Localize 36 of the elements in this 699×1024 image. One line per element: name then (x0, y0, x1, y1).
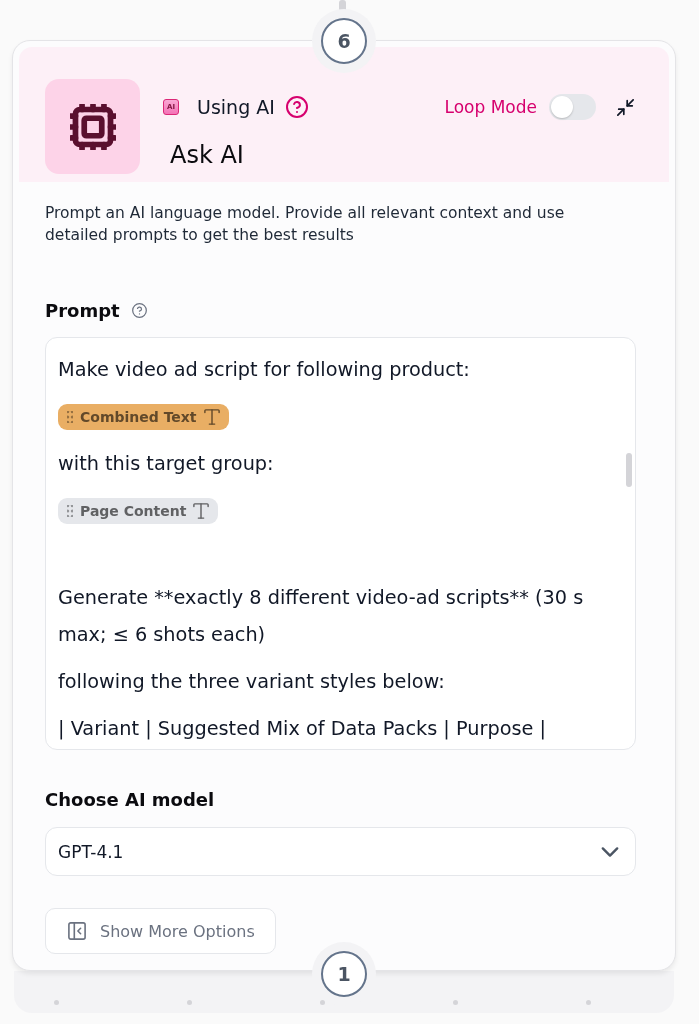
loop-mode-toggle[interactable] (549, 94, 596, 120)
show-more-options-button[interactable]: Show More Options (45, 908, 276, 954)
node-title: Ask AI (170, 141, 245, 169)
prompt-label: Prompt (45, 299, 120, 321)
minimize-icon (617, 98, 634, 116)
handle-dot-icon (54, 1000, 59, 1005)
handle-dot-icon (320, 1000, 325, 1005)
prompt-text: Generate **exactly 8 different video-ad scripts** (30 s max; ≤ 6 shots each) (58, 585, 585, 648)
loop-mode-label: Loop Mode (444, 97, 537, 117)
chevron-down-icon (601, 845, 619, 858)
prompt-text: Make video ad script for following product: (58, 357, 471, 383)
help-icon[interactable] (285, 96, 308, 118)
handle-dot-icon (586, 1000, 591, 1005)
chip-tile-icon (45, 79, 140, 174)
prompt-editor[interactable] (45, 337, 636, 750)
prompt-text: | Variant | Suggested Mix of Data Packs | Purpose | (58, 716, 547, 742)
category-label: Using AI (197, 96, 275, 118)
collapse-button[interactable] (617, 98, 634, 116)
help-icon[interactable] (131, 302, 147, 318)
scrollbar-thumb[interactable] (626, 453, 632, 487)
prompt-text: with this target group: (58, 451, 275, 477)
text-type-icon (203, 408, 220, 425)
model-select[interactable]: GPT-4.1 (45, 827, 636, 876)
panel-left-icon (68, 922, 86, 940)
text-type-icon (193, 502, 210, 519)
step-number: 1 (321, 951, 367, 997)
drag-handle-icon (67, 410, 73, 423)
handle-dot-icon (187, 1000, 192, 1005)
drag-handle-icon (67, 504, 73, 517)
model-label: Choose AI model (45, 788, 215, 810)
prompt-text: following the three variant styles below: (58, 669, 446, 695)
node-description: Prompt an AI language model. Provide all relevant context and use detailed prompts to get the best results (45, 203, 566, 246)
step-number: 6 (321, 18, 367, 64)
handle-dot-icon (453, 1000, 458, 1005)
variable-tag[interactable]: Combined Text (58, 403, 229, 430)
variable-tag[interactable]: Page Content (58, 497, 219, 524)
